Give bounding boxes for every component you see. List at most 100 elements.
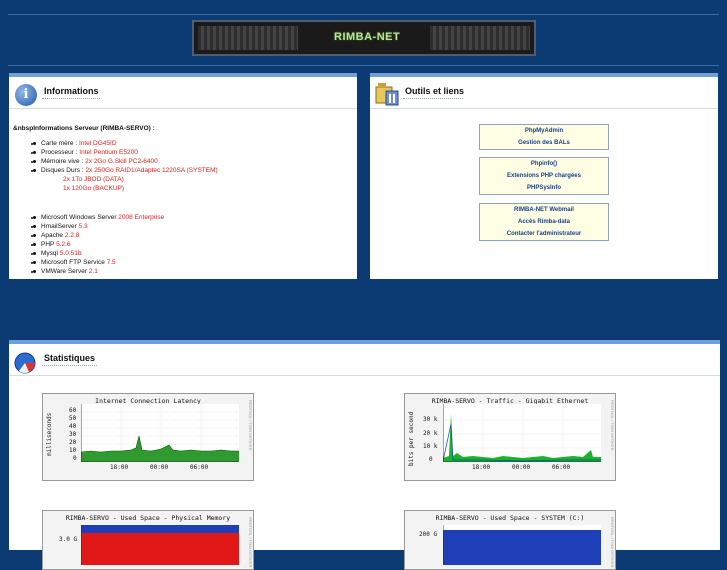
software-value: 5.2.6	[56, 241, 71, 248]
system-disk-graph[interactable]: RIMBA-SERVO - Used Space - SYSTEM (C:) 2…	[404, 510, 616, 570]
software-item-mysql: Mysql 5.0.51b	[32, 250, 82, 257]
x-tick: 00:00	[512, 464, 531, 471]
php-links-box: Phpinfo() Extensions PHP chargées PHPSys…	[479, 157, 609, 195]
contact-admin-link[interactable]: Contacter l'administrateur	[480, 231, 608, 237]
software-item-vmware: VMWare Server 2.1	[33, 268, 98, 275]
y-tick: 3.0 G	[59, 536, 78, 543]
web-links-box: RIMBA-NET Webmail Accès Rimba-data Conta…	[479, 203, 609, 241]
software-item-apache: Apache 2.2.8	[32, 232, 80, 239]
banner-logo: RIMBA-NET	[334, 31, 401, 43]
latency-graph[interactable]: Internet Connection Latency milliseconds…	[42, 393, 254, 481]
tools-title: Outils et liens	[405, 86, 465, 96]
software-item-php: PHP 5.2.6	[33, 241, 71, 248]
software-value: 5.3	[78, 223, 88, 230]
info-icon: i	[15, 84, 37, 106]
software-value: 7.5	[106, 259, 116, 266]
y-tick: 60	[69, 407, 77, 414]
banner-right-rack	[430, 26, 530, 50]
graph-y-label: bits per second	[408, 411, 415, 466]
y-tick: 20 k	[423, 430, 438, 437]
y-tick: 10	[69, 447, 77, 454]
rrdtool-credit: RRDTOOL / TOBI OETIKER	[248, 517, 253, 568]
phpinfo-link[interactable]: Phpinfo()	[480, 161, 608, 167]
memory-plot	[81, 525, 239, 565]
hardware-value: Intel Pentium E5200	[79, 149, 138, 156]
rrdtool-credit: RRDTOOL / TOBI OETIKER	[248, 400, 253, 451]
hardware-item-ram: Mémoire vive : 2x 2Go G.Skill PC2-6400	[33, 158, 158, 165]
y-tick: 40	[69, 423, 77, 430]
hardware-label: Carte mère :	[41, 140, 79, 147]
software-label: Microsoft FTP Service	[41, 259, 107, 266]
site-banner[interactable]: RIMBA-NET	[192, 20, 536, 56]
y-tick: 30	[69, 431, 77, 438]
info-title: Informations	[44, 86, 99, 96]
banner-left-rack	[198, 26, 298, 50]
software-label: PHP	[41, 241, 57, 248]
hardware-value: 2x 250Go RAID1/Adaptec 1220SA (SYSTEM)	[85, 167, 218, 174]
software-label: Mysql	[41, 250, 60, 257]
php-extensions-link[interactable]: Extensions PHP chargées	[480, 173, 608, 179]
memory-graph[interactable]: RIMBA-SERVO - Used Space - Physical Memo…	[42, 510, 254, 570]
tools-panel: Outils et liens PhpMyAdmin Gestion des B…	[370, 73, 718, 279]
software-value: 2.1	[88, 268, 98, 275]
hardware-item-cpu: Processeur : Intel Pentium E5200	[33, 149, 138, 156]
stats-title-underline	[42, 365, 97, 367]
software-value: 2.2.8	[64, 232, 80, 239]
software-label: Microsoft Windows Server	[41, 214, 119, 221]
software-item-windows: Microsoft Windows Server 2008 Enterprise	[32, 214, 164, 221]
info-separator	[9, 108, 357, 109]
phpmyadmin-link[interactable]: PhpMyAdmin	[480, 128, 608, 134]
phpsysinfo-link[interactable]: PHPSysInfo	[480, 185, 608, 191]
traffic-graph[interactable]: RIMBA-SERVO - Traffic - Gigabit Ethernet…	[404, 393, 616, 481]
y-tick: 50	[69, 415, 77, 422]
disk-data: 2x 1To JBOD (DATA)	[63, 176, 124, 183]
disk-backup: 1x 120Go (BACKUP)	[63, 185, 125, 192]
x-tick: 06:00	[552, 464, 571, 471]
x-tick: 00:00	[150, 464, 169, 471]
tools-title-underline	[403, 98, 463, 100]
stats-panel: Statistiques Internet Connection Latency…	[9, 340, 720, 570]
x-tick: 06:00	[190, 464, 209, 471]
y-tick: 30 k	[423, 416, 438, 423]
y-tick: 10 k	[423, 443, 438, 450]
db-links-box: PhpMyAdmin Gestion des BALs	[479, 124, 609, 150]
x-tick: 18:00	[472, 464, 491, 471]
rrdtool-credit: RRDTOOL / TOBI OETIKER	[610, 400, 615, 451]
hardware-item-motherboard: Carte mère : Intel DG45ID	[33, 140, 117, 147]
server-info-heading: &nbspInformations Serveur (RIMBA-SERVO) …	[13, 125, 155, 132]
rrdtool-credit: RRDTOOL / TOBI OETIKER	[610, 517, 615, 568]
tools-separator	[370, 108, 718, 109]
gestion-bals-link[interactable]: Gestion des BALs	[480, 140, 608, 146]
y-tick: 200 G	[419, 531, 438, 538]
graph-y-label: milliseconds	[46, 412, 53, 456]
software-label: Apache	[41, 232, 65, 239]
webmail-link[interactable]: RIMBA-NET Webmail	[480, 207, 608, 213]
banner-rule	[8, 65, 719, 66]
software-label: HmailServer	[41, 223, 79, 230]
hardware-item-disks: Disques Durs : 2x 250Go RAID1/Adaptec 12…	[33, 167, 218, 174]
latency-plot	[81, 404, 239, 462]
system-disk-plot	[443, 525, 601, 565]
hardware-label: Disques Durs :	[41, 167, 86, 174]
hardware-value: Intel DG45ID	[78, 140, 117, 147]
x-tick: 18:00	[110, 464, 129, 471]
rimba-data-link[interactable]: Accès Rimba-data	[480, 219, 608, 225]
hardware-label: Processeur :	[41, 149, 80, 156]
software-item-ftp: Microsoft FTP Service 7.5	[33, 259, 116, 266]
hardware-label: Mémoire vive :	[41, 158, 86, 165]
graph-title: RIMBA-SERVO - Used Space - SYSTEM (C:)	[435, 514, 585, 522]
y-tick: 0	[73, 455, 77, 462]
stats-separator	[9, 375, 720, 376]
graph-title: RIMBA-SERVO - Used Space - Physical Memo…	[65, 514, 231, 522]
y-tick: 0	[429, 456, 433, 463]
toolbox-icon	[375, 83, 399, 106]
top-rule	[8, 14, 719, 15]
hardware-value: 2x 2Go G.Skill PC2-6400	[85, 158, 158, 165]
y-tick: 20	[69, 439, 77, 446]
software-value: 5.0.51b	[59, 250, 82, 257]
pie-chart-icon	[14, 352, 36, 374]
info-title-underline	[42, 98, 100, 100]
traffic-plot	[443, 404, 601, 462]
info-panel: i Informations &nbspInformations Serveur…	[9, 73, 357, 279]
stats-title: Statistiques	[44, 353, 96, 363]
